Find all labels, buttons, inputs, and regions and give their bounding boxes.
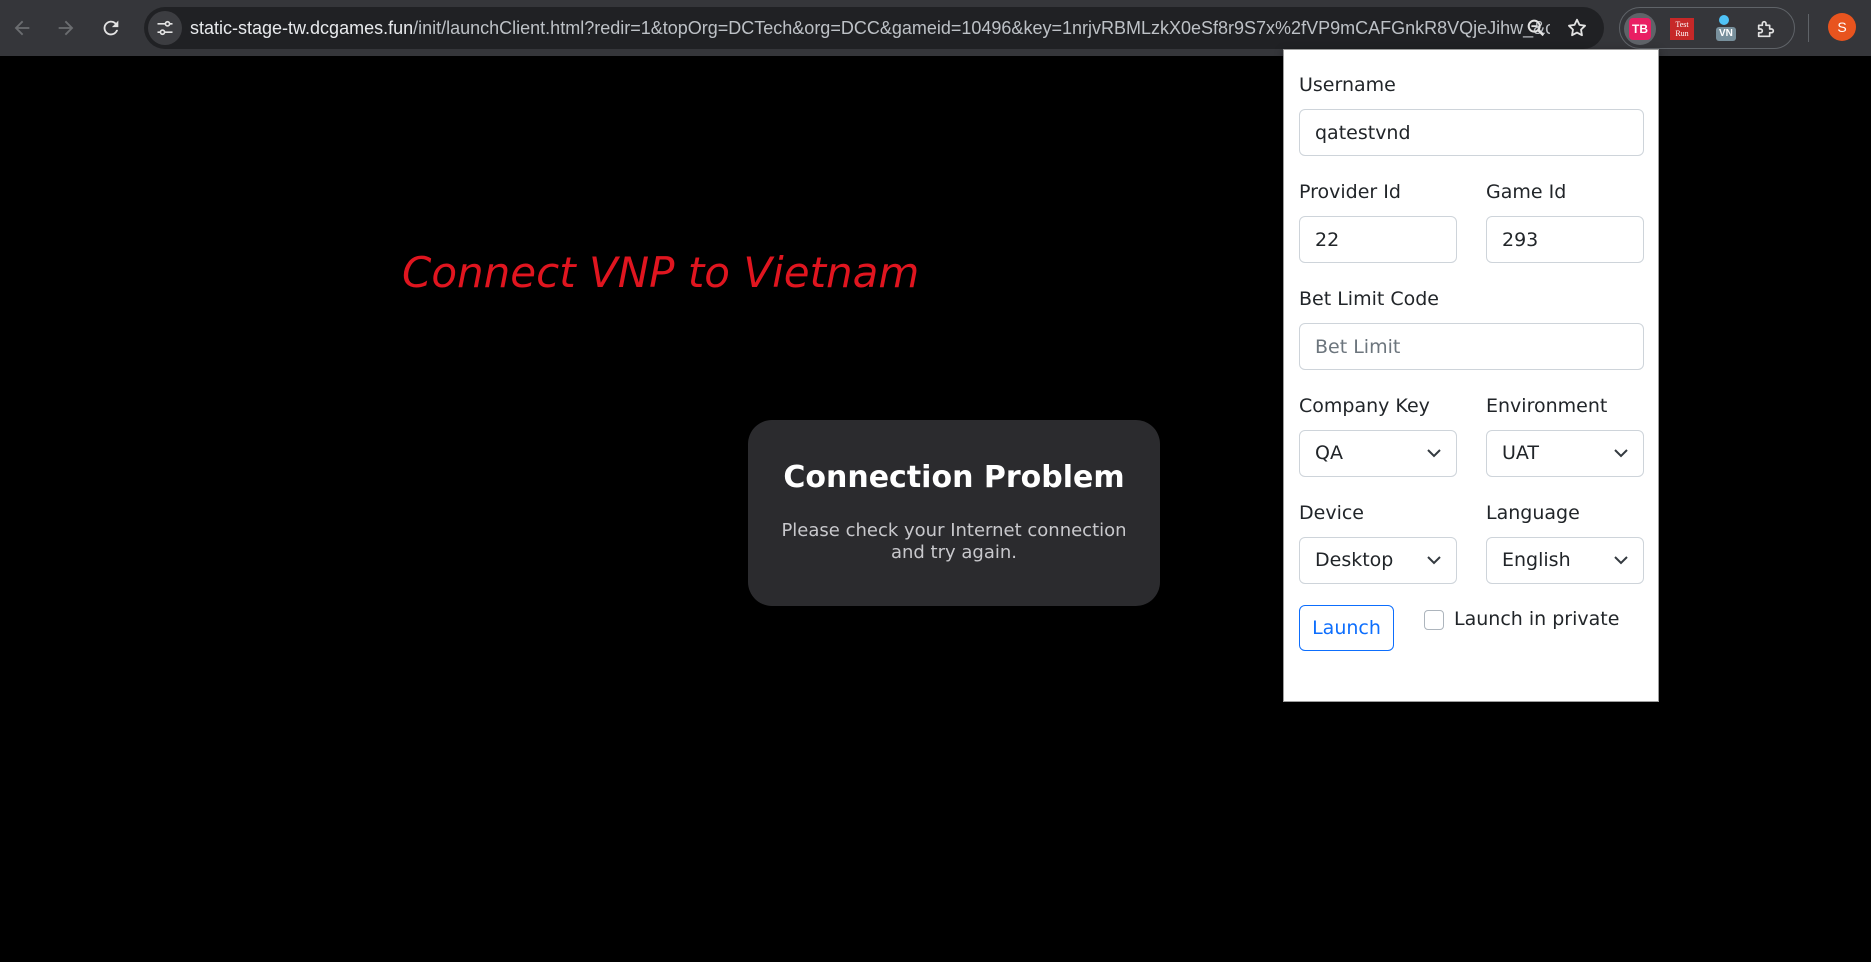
- chevron-down-icon: [1614, 556, 1628, 565]
- reload-icon: [103, 20, 119, 36]
- username-label: Username: [1299, 74, 1396, 96]
- company-key-value: QA: [1315, 442, 1343, 464]
- browser-toolbar: static-stage-tw.dcgames.fun/init/launchC…: [0, 0, 1871, 56]
- back-button[interactable]: [3, 9, 41, 47]
- extensions-menu-button[interactable]: [1750, 13, 1782, 45]
- bet-limit-input[interactable]: [1299, 323, 1644, 370]
- arrow-left-icon: [14, 20, 30, 36]
- reload-button[interactable]: [92, 9, 130, 47]
- address-bar[interactable]: static-stage-tw.dcgames.fun/init/launchC…: [144, 7, 1604, 49]
- site-info-button[interactable]: [148, 11, 182, 45]
- game-id-label: Game Id: [1486, 181, 1567, 203]
- star-icon: [1568, 18, 1586, 37]
- puzzle-icon: [1757, 20, 1775, 38]
- chevron-down-icon: [1427, 556, 1441, 565]
- vn-badge: VN: [1716, 27, 1736, 41]
- vn-extension-button[interactable]: VN: [1708, 13, 1740, 45]
- device-label: Device: [1299, 502, 1364, 524]
- company-key-label: Company Key: [1299, 395, 1430, 417]
- device-value: Desktop: [1315, 549, 1394, 571]
- bet-limit-label: Bet Limit Code: [1299, 288, 1439, 310]
- test-run-extension-button[interactable]: Test Run: [1666, 13, 1698, 45]
- chevron-down-icon: [1614, 449, 1628, 458]
- launcher-popup: Username Provider Id Game Id Bet Limit C…: [1283, 49, 1659, 702]
- dialog-message: Please check your Internet connection an…: [781, 520, 1127, 563]
- forward-button[interactable]: [47, 9, 85, 47]
- zoom-button[interactable]: [1521, 13, 1551, 43]
- zoom-icon: [1527, 19, 1545, 37]
- environment-label: Environment: [1486, 395, 1608, 417]
- bookmark-button[interactable]: [1562, 13, 1592, 43]
- provider-id-label: Provider Id: [1299, 181, 1401, 203]
- device-select[interactable]: Desktop: [1299, 537, 1457, 584]
- username-input[interactable]: [1299, 109, 1644, 156]
- language-label: Language: [1486, 502, 1580, 524]
- connection-problem-dialog: Connection Problem Please check your Int…: [748, 420, 1160, 606]
- launch-button[interactable]: Launch: [1299, 605, 1394, 651]
- tb-extension-button[interactable]: TB: [1624, 13, 1656, 45]
- language-value: English: [1502, 549, 1571, 571]
- tb-extension-icon: TB: [1629, 18, 1651, 40]
- game-id-input[interactable]: [1486, 216, 1644, 263]
- extensions-group: TB Test Run VN: [1619, 7, 1795, 49]
- url-path: /init/launchClient.html?redir=1&topOrg=D…: [413, 18, 1550, 38]
- launch-private-checkbox[interactable]: [1424, 610, 1444, 630]
- arrow-right-icon: [58, 20, 74, 36]
- company-key-select[interactable]: QA: [1299, 430, 1457, 477]
- url-text[interactable]: static-stage-tw.dcgames.fun/init/launchC…: [190, 7, 1550, 49]
- provider-id-input[interactable]: [1299, 216, 1457, 263]
- page-heading: Connect VNP to Vietnam: [402, 248, 920, 297]
- launch-private-label[interactable]: Launch in private: [1454, 608, 1619, 630]
- test-run-extension-icon: Test Run: [1670, 18, 1694, 40]
- profile-avatar[interactable]: S: [1828, 13, 1856, 41]
- environment-select[interactable]: UAT: [1486, 430, 1644, 477]
- vn-globe-icon: [1719, 15, 1729, 25]
- language-select[interactable]: English: [1486, 537, 1644, 584]
- url-domain: static-stage-tw.dcgames.fun: [190, 18, 414, 38]
- chevron-down-icon: [1427, 449, 1441, 458]
- tune-icon: [157, 20, 173, 36]
- toolbar-divider: [1808, 14, 1809, 42]
- environment-value: UAT: [1502, 442, 1540, 464]
- dialog-title: Connection Problem: [783, 460, 1125, 495]
